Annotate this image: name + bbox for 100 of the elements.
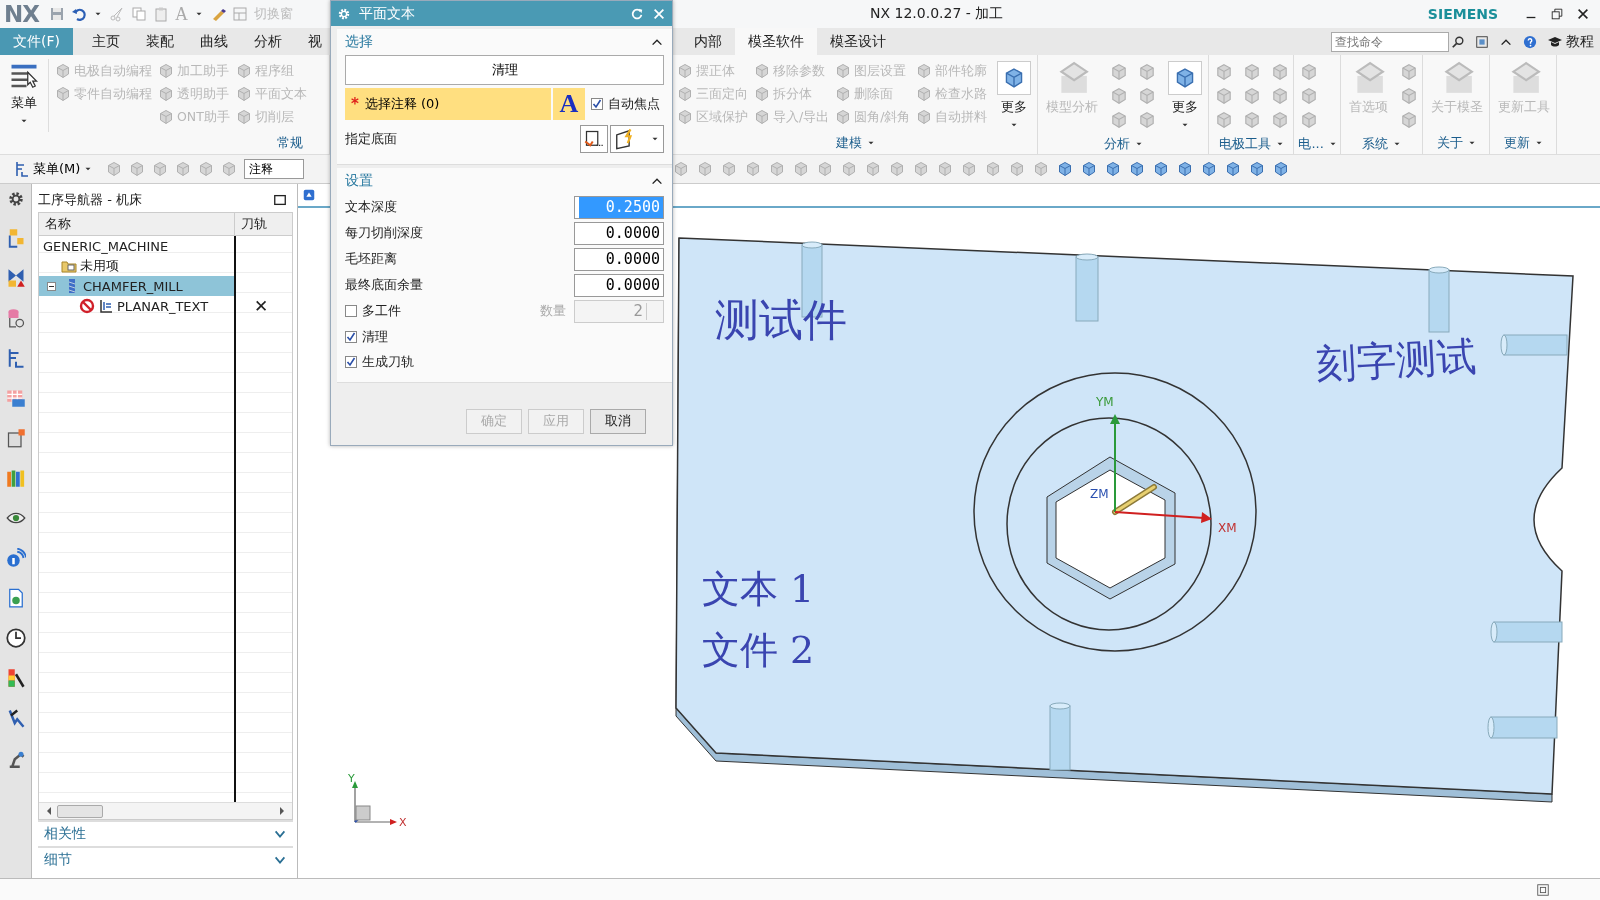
cube-icon[interactable] xyxy=(1243,111,1262,129)
checkbox-label[interactable]: 自动焦点 xyxy=(608,95,660,113)
cube-icon[interactable] xyxy=(1215,111,1234,129)
cube-icon[interactable] xyxy=(1243,63,1262,81)
cube-icon[interactable] xyxy=(677,86,693,102)
file-menu-tab[interactable]: 文件(F) xyxy=(0,28,73,55)
tree-item-label[interactable]: 未用项 xyxy=(80,257,119,275)
cube-icon[interactable] xyxy=(158,86,174,102)
cube-icon[interactable] xyxy=(1110,111,1129,129)
panel-title[interactable]: 相关性 xyxy=(44,825,86,843)
cube-icon[interactable] xyxy=(769,161,785,177)
clipboard-icon[interactable] xyxy=(153,6,169,22)
cube-icon[interactable] xyxy=(677,109,693,125)
window-icon[interactable] xyxy=(232,6,248,22)
cube-icon[interactable] xyxy=(835,63,852,79)
cube-icon[interactable] xyxy=(1215,87,1234,105)
cube-icon[interactable] xyxy=(985,161,1001,177)
cube-icon[interactable] xyxy=(835,109,852,125)
cube-icon[interactable] xyxy=(198,161,215,177)
menu-dropdown[interactable]: 菜单(M) xyxy=(8,159,100,179)
cube-icon[interactable] xyxy=(1300,87,1319,105)
cube-icon[interactable] xyxy=(55,63,71,79)
number-field[interactable]: 0.0000 xyxy=(574,273,664,297)
clean-button[interactable]: 清理 xyxy=(345,55,664,85)
cube-icon[interactable] xyxy=(106,161,123,177)
cube-icon[interactable] xyxy=(913,161,929,177)
checkbox[interactable] xyxy=(591,98,603,110)
dialog-button[interactable]: 取消 xyxy=(590,408,646,434)
machine-icon[interactable] xyxy=(5,428,26,448)
cube-icon[interactable] xyxy=(1300,63,1319,81)
cube-icon[interactable] xyxy=(865,161,881,177)
tree-row[interactable]: CHAMFER_MILL xyxy=(39,276,235,296)
tree-item-label[interactable]: CHAMFER_MILL xyxy=(83,278,183,294)
cube-icon[interactable] xyxy=(745,161,761,177)
cube-icon[interactable] xyxy=(754,109,770,125)
ribbon-tab[interactable]: 模圣设计 xyxy=(817,28,899,55)
cube-icon[interactable] xyxy=(1138,87,1157,105)
cube-icon[interactable] xyxy=(1215,63,1234,81)
fit-view-icon[interactable] xyxy=(1475,34,1489,49)
cube-icon[interactable] xyxy=(152,161,169,177)
cube-icon[interactable] xyxy=(916,86,933,102)
cube-icon[interactable] xyxy=(1271,111,1290,129)
cube-icon[interactable] xyxy=(55,86,71,102)
cube-icon[interactable] xyxy=(235,86,252,102)
cube-icon[interactable] xyxy=(221,161,238,177)
help-icon[interactable] xyxy=(1523,34,1537,49)
cube-icon[interactable] xyxy=(1201,161,1217,177)
cube-icon[interactable] xyxy=(1243,87,1262,105)
command-search-field[interactable]: 查找命令 xyxy=(1331,31,1449,52)
ribbon-tab[interactable]: 曲线 xyxy=(187,28,241,55)
checkbox[interactable] xyxy=(345,330,357,343)
cube-icon[interactable] xyxy=(937,161,953,177)
cube-icon[interactable] xyxy=(1273,161,1289,177)
cube-icon[interactable] xyxy=(1081,161,1097,177)
search-icon[interactable] xyxy=(1451,34,1465,49)
cube-icon[interactable] xyxy=(841,161,857,177)
cube-icon[interactable] xyxy=(1138,111,1157,129)
cube-icon[interactable] xyxy=(1033,161,1049,177)
ribbon-tab[interactable]: 分析 xyxy=(241,28,295,55)
tree-row[interactable]: 未用项 xyxy=(39,256,235,276)
reset-icon[interactable] xyxy=(630,6,644,21)
cube-icon[interactable] xyxy=(1399,111,1418,129)
undo-icon[interactable] xyxy=(71,6,87,22)
tree-row[interactable]: PLANAR_TEXT xyxy=(39,296,235,316)
cube-icon[interactable] xyxy=(961,161,977,177)
cube-icon[interactable] xyxy=(1105,161,1121,177)
cube-icon[interactable] xyxy=(1300,111,1319,129)
info-icon[interactable] xyxy=(5,548,26,568)
part-tab-icon[interactable] xyxy=(302,188,316,202)
save-icon[interactable] xyxy=(49,6,65,22)
cube-icon[interactable] xyxy=(1271,63,1290,81)
cube-icon[interactable] xyxy=(1249,161,1265,177)
tree-item-label[interactable]: PLANAR_TEXT xyxy=(117,298,209,314)
cube-icon[interactable] xyxy=(1110,87,1129,105)
cube-icon[interactable] xyxy=(235,63,252,79)
cube-icon[interactable] xyxy=(1399,87,1418,105)
cube-icon[interactable] xyxy=(916,63,933,79)
annotation-type-button[interactable]: A xyxy=(553,88,585,120)
column-header[interactable]: 名称 xyxy=(39,213,235,235)
cube-icon[interactable] xyxy=(1110,63,1129,81)
checkbox-label[interactable]: 多工件 xyxy=(362,302,401,320)
copy-icon[interactable] xyxy=(131,6,147,22)
cube-icon[interactable] xyxy=(1057,161,1073,177)
more-button[interactable]: 更多 xyxy=(1164,59,1207,133)
cube-icon[interactable] xyxy=(677,63,693,79)
cube-icon[interactable] xyxy=(1009,161,1025,177)
ribbon-tab[interactable]: 模圣软件 xyxy=(735,28,817,55)
section-title[interactable]: 选择 xyxy=(345,33,373,51)
cube-icon[interactable] xyxy=(1153,161,1169,177)
ribbon-tab[interactable]: 装配 xyxy=(133,28,187,55)
panel-title[interactable]: 细节 xyxy=(44,851,72,869)
column-header[interactable]: 刀轨 xyxy=(235,213,267,235)
ribbon-tab[interactable]: 主页 xyxy=(79,28,133,55)
cube-icon[interactable] xyxy=(1225,161,1241,177)
checkbox[interactable] xyxy=(345,305,357,317)
cube-icon[interactable] xyxy=(673,161,689,177)
cube-icon[interactable] xyxy=(793,161,809,177)
menu-button[interactable]: 菜单 xyxy=(4,59,49,132)
maximize-icon[interactable] xyxy=(273,193,287,207)
more-button[interactable]: 更多 xyxy=(993,59,1036,132)
